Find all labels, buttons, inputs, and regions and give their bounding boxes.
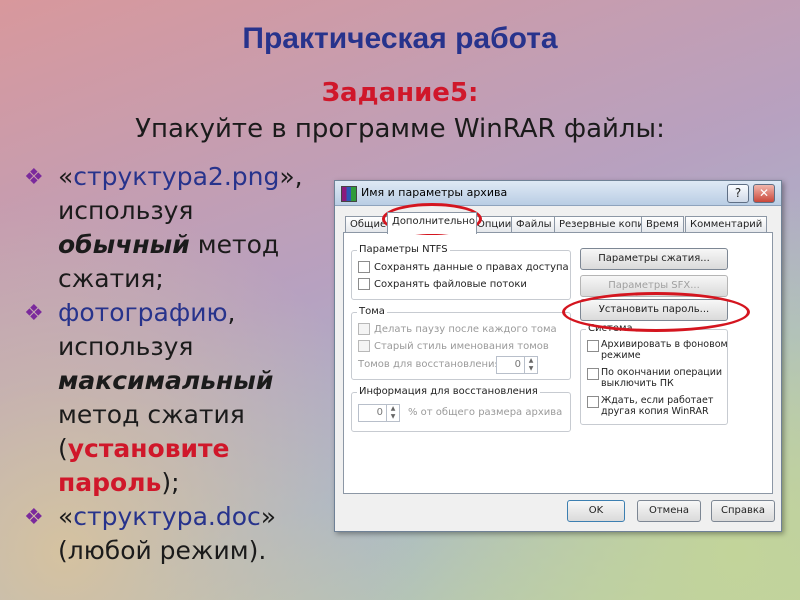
volumes-group-label: Тома [357, 306, 387, 317]
dialog-titlebar: Имя и параметры архива ? ✕ [335, 181, 781, 206]
method-name: максимальный [58, 366, 274, 395]
bullet-list: ❖ «структура2.png», используя обычный ме… [20, 160, 320, 568]
tab-comment[interactable]: Комментарий [685, 216, 768, 233]
ntfs-group-label: Параметры NTFS [357, 244, 450, 255]
help-button[interactable]: ? [727, 184, 749, 203]
recovery-info-group-label: Информация для восстановления [357, 386, 540, 397]
help-footer-button[interactable]: Справка [711, 500, 775, 522]
spinner-arrows-icon[interactable]: ▲ ▼ [386, 405, 399, 421]
recovery-volumes-spinner[interactable]: 0 ▲ ▼ [496, 356, 538, 374]
recovery-info-group: Информация для восстановления 0 ▲ ▼ % от о… [351, 386, 571, 432]
diamond-bullet-icon: ❖ [24, 165, 44, 190]
recovery-volumes-label: Томов для восстановления: [358, 359, 504, 370]
recovery-percent-spinner[interactable]: 0 ▲ ▼ [358, 404, 400, 422]
archive-options-dialog: Имя и параметры архива ? ✕ Общие Дополни… [334, 180, 782, 532]
tab-files[interactable]: Файлы [511, 216, 557, 233]
tab-advanced[interactable]: Дополнительно [387, 212, 477, 234]
bullet-item-1: ❖ «структура2.png», используя обычный ме… [24, 162, 303, 293]
checkbox-icon[interactable] [587, 340, 599, 352]
highlight-oval-password-button [562, 292, 750, 332]
winrar-icon [341, 186, 357, 202]
volumes-option-old-naming[interactable]: Старый стиль именования томов [358, 340, 549, 352]
task-title: Задание5: [321, 78, 479, 108]
checkbox-icon[interactable] [358, 340, 370, 352]
ntfs-option-streams[interactable]: Сохранять файловые потоки [358, 278, 527, 290]
task-text: Упакуйте в программе WinRAR файлы: [135, 114, 665, 144]
system-option-background[interactable]: Архивировать в фоновом режиме [587, 339, 729, 361]
system-group: Система Архивировать в фоновом режиме По… [580, 323, 729, 425]
diamond-bullet-icon: ❖ [24, 505, 44, 530]
checkbox-icon[interactable] [358, 323, 370, 335]
system-option-wait[interactable]: Ждать, если работает другая копия WinRAR [587, 395, 729, 417]
ntfs-option-permissions[interactable]: Сохранять данные о правах доступа [358, 261, 569, 273]
method-name: обычный [58, 230, 190, 259]
system-option-shutdown[interactable]: По окончании операции выключить ПК [587, 367, 729, 389]
checkbox-icon[interactable] [587, 396, 599, 408]
checkbox-icon[interactable] [358, 261, 370, 273]
file-name: фотографию [58, 298, 228, 327]
volumes-option-pause[interactable]: Делать паузу после каждого тома [358, 323, 557, 335]
ntfs-group: Параметры NTFS Сохранять данные о правах… [351, 244, 571, 300]
slide-title: Практическая работа [242, 22, 558, 55]
file-name: структура2.png [73, 162, 280, 191]
dialog-title: Имя и параметры архива [361, 186, 508, 199]
cancel-button[interactable]: Отмена [637, 500, 701, 522]
checkbox-icon[interactable] [358, 278, 370, 290]
volumes-group: Тома Делать паузу после каждого тома Ста… [351, 306, 571, 380]
password-note: установите пароль [58, 434, 230, 497]
recovery-percent-label: % от общего размера архива [408, 407, 563, 418]
file-name: структура.doc [73, 502, 261, 531]
tab-panel-advanced: Параметры NTFS Сохранять данные о правах… [343, 232, 773, 494]
checkbox-icon[interactable] [587, 368, 599, 380]
bullet-item-3: ❖ «структура.doc» (любой режим). [24, 502, 277, 565]
ok-button[interactable]: OK [567, 500, 625, 522]
compression-params-button[interactable]: Параметры сжатия... [580, 248, 728, 270]
bullet-item-2: ❖ фотографию, используя максимальный мет… [24, 298, 274, 497]
diamond-bullet-icon: ❖ [24, 301, 44, 326]
tab-time[interactable]: Время [641, 216, 684, 233]
spinner-arrows-icon[interactable]: ▲ ▼ [524, 357, 537, 373]
close-button[interactable]: ✕ [753, 184, 775, 203]
